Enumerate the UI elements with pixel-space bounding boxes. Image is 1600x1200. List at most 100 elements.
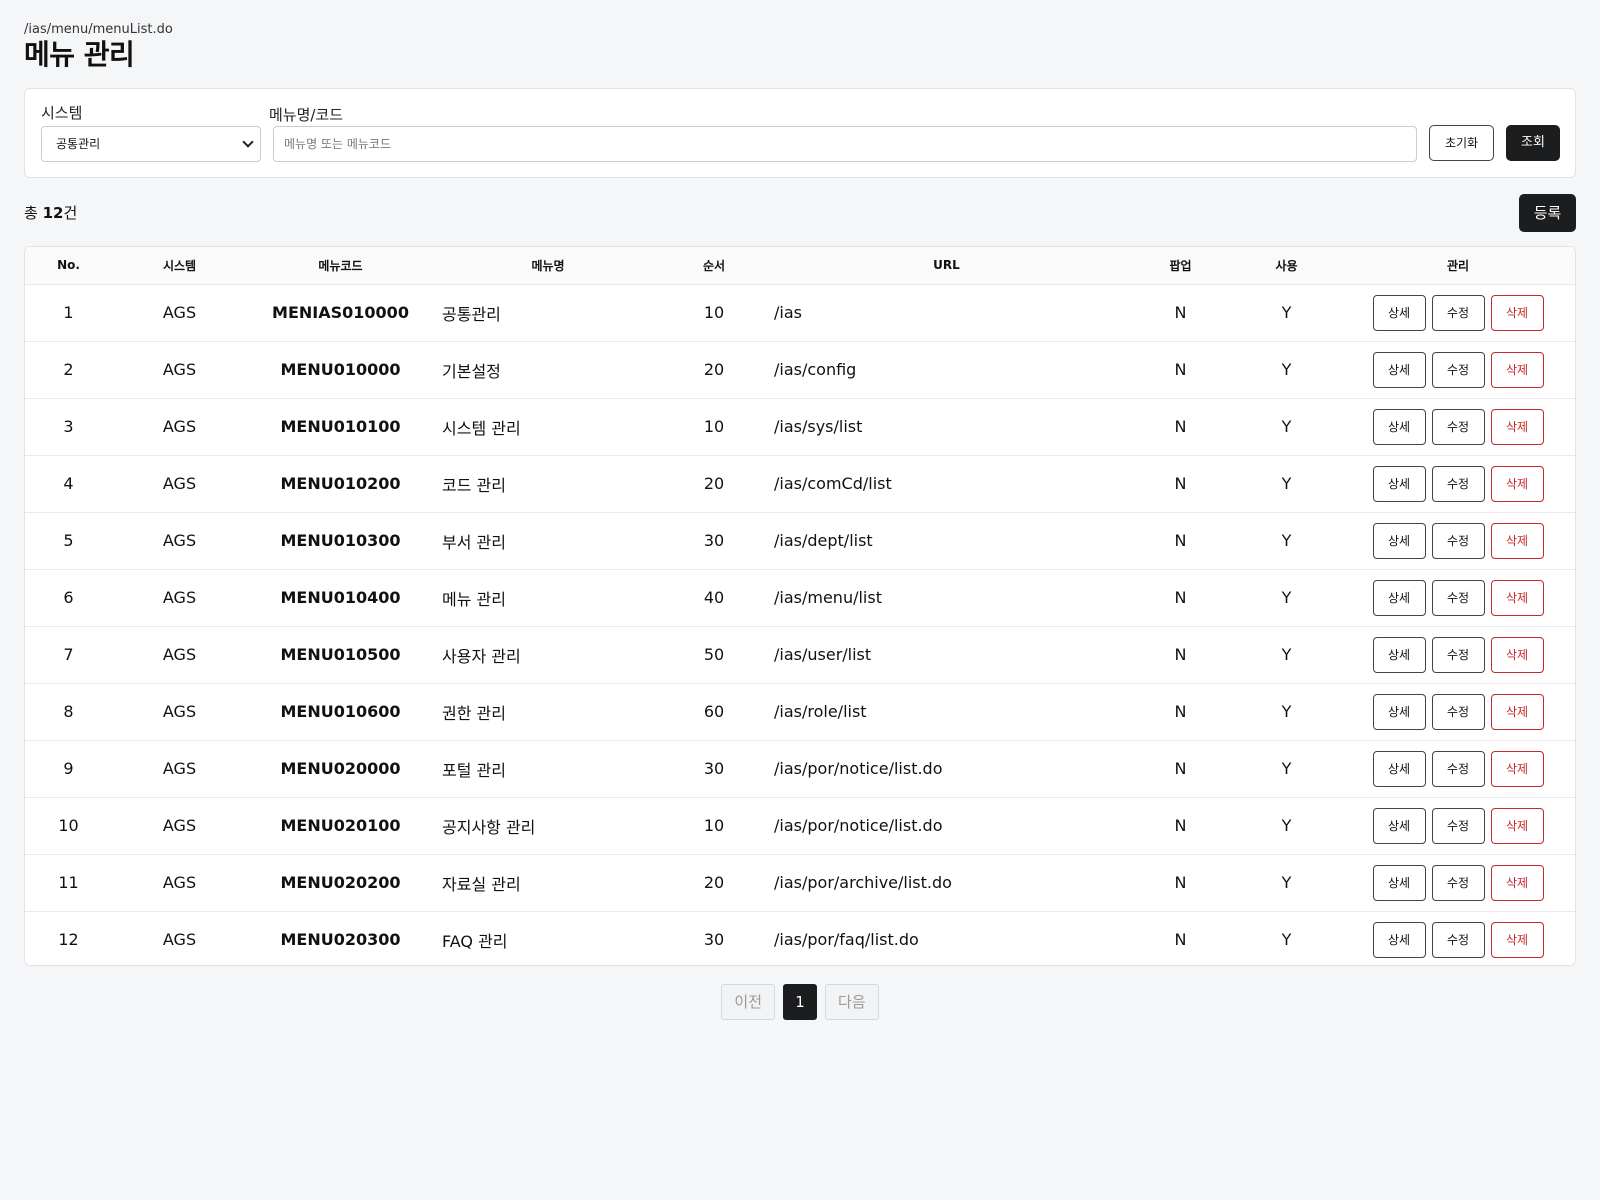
cell-use: Y	[1281, 759, 1292, 778]
detail-button[interactable]: 상세	[1372, 294, 1426, 331]
cell-use: Y	[1281, 531, 1292, 550]
cell-menu-code: MENU020300	[280, 930, 401, 950]
edit-button[interactable]: 수정	[1431, 807, 1485, 844]
cell-url: /ias/user/list	[774, 645, 872, 664]
delete-button[interactable]: 삭제	[1490, 294, 1544, 331]
delete-button[interactable]: 삭제	[1490, 465, 1544, 502]
register-button[interactable]: 등록	[1519, 194, 1576, 232]
edit-button[interactable]: 수정	[1431, 864, 1485, 901]
edit-button[interactable]: 수정	[1431, 921, 1485, 958]
keyword-label: 메뉴명/코드	[269, 106, 344, 124]
cell-order: 10	[703, 816, 725, 835]
detail-button[interactable]: 상세	[1372, 408, 1426, 445]
delete-button[interactable]: 삭제	[1490, 636, 1544, 673]
cell-url: /ias/config	[774, 360, 857, 379]
table-row: 6 AGS MENU010400 메뉴 관리 40/ias/menu/list N Y 상세 수…	[25, 569, 1575, 626]
cell-menu-name: FAQ 관리	[442, 931, 508, 951]
system-label: 시스템	[41, 104, 83, 122]
cell-popup: N	[1174, 759, 1187, 778]
cell-actions: 상세 수정 삭제	[1339, 797, 1575, 854]
cell-menu-code: MENU010600	[280, 702, 401, 721]
table-row: 9 AGS MENU020000 포털 관리 30/ias/por/notice/lis…	[25, 740, 1575, 797]
row-actions: 상세 수정 삭제	[1339, 522, 1575, 559]
detail-button[interactable]: 상세	[1372, 522, 1426, 559]
delete-button[interactable]: 삭제	[1490, 579, 1544, 616]
table-row: 11 AGS MENU020200 자료실 관리 20/ias/por/archive/…	[25, 854, 1575, 911]
cell-menu-name: 시스템 관리	[442, 418, 521, 438]
cell-url: /ias/comCd/list	[774, 474, 892, 493]
detail-button[interactable]: 상세	[1372, 351, 1426, 388]
cell-menu-code: MENU010000	[280, 360, 401, 379]
cell-actions: 상세 수정 삭제	[1339, 626, 1575, 683]
delete-button[interactable]: 삭제	[1490, 921, 1544, 958]
next-page-button[interactable]: 다음	[825, 984, 879, 1020]
table-row: 2 AGS MENU010000 기본설정 20/ias/config N Y 상세 수정 삭제	[25, 341, 1575, 398]
cell-url: /ias/dept/list	[774, 531, 873, 550]
cell-popup: N	[1174, 645, 1187, 664]
search-button[interactable]: 조회	[1506, 125, 1560, 161]
cell-url: /ias/por/archive/list.do	[774, 873, 952, 892]
system-select[interactable]: 공통관리	[41, 126, 261, 162]
cell-menu-code: MENIAS010000	[272, 303, 409, 322]
cell-use: Y	[1281, 417, 1292, 436]
detail-button[interactable]: 상세	[1372, 750, 1426, 787]
delete-button[interactable]: 삭제	[1490, 522, 1544, 559]
detail-button[interactable]: 상세	[1372, 636, 1426, 673]
cell-use: Y	[1281, 303, 1292, 322]
detail-button[interactable]: 상세	[1372, 693, 1426, 730]
cell-menu-name: 공지사항 관리	[442, 817, 536, 837]
total-count-value: 12	[42, 204, 64, 222]
delete-button[interactable]: 삭제	[1490, 807, 1544, 844]
chevron-down-icon	[242, 136, 254, 148]
delete-button[interactable]: 삭제	[1490, 408, 1544, 445]
cell-system: AGS	[162, 816, 197, 835]
edit-button[interactable]: 수정	[1431, 408, 1485, 445]
detail-button[interactable]: 상세	[1372, 921, 1426, 958]
delete-button[interactable]: 삭제	[1490, 864, 1544, 901]
detail-button[interactable]: 상세	[1372, 864, 1426, 901]
cell-menu-code: MENU010200	[280, 474, 401, 493]
cell-system: AGS	[162, 645, 197, 664]
cell-popup: N	[1174, 417, 1187, 436]
edit-button[interactable]: 수정	[1431, 579, 1485, 616]
cell-menu-name: 자료실 관리	[442, 874, 521, 894]
edit-button[interactable]: 수정	[1431, 351, 1485, 388]
cell-use: Y	[1281, 645, 1292, 664]
edit-button[interactable]: 수정	[1431, 294, 1485, 331]
edit-button[interactable]: 수정	[1431, 693, 1485, 730]
cell-no: 10	[58, 816, 79, 835]
delete-button[interactable]: 삭제	[1490, 351, 1544, 388]
detail-button[interactable]: 상세	[1372, 465, 1426, 502]
page-button-current[interactable]: 1	[783, 984, 817, 1020]
cell-actions: 상세 수정 삭제	[1339, 284, 1575, 341]
cell-use: Y	[1281, 702, 1292, 721]
edit-button[interactable]: 수정	[1431, 750, 1485, 787]
cell-system: AGS	[162, 759, 197, 778]
table-row: 12 AGS MENU020300 FAQ 관리 30/ias/por/faq/list…	[25, 911, 1575, 965]
edit-button[interactable]: 수정	[1431, 636, 1485, 673]
pagination: 이전 1 다음	[24, 984, 1576, 1020]
row-actions: 상세 수정 삭제	[1339, 408, 1575, 445]
prev-page-button[interactable]: 이전	[721, 984, 775, 1020]
column-header: 사용	[1234, 247, 1339, 285]
detail-button[interactable]: 상세	[1372, 807, 1426, 844]
edit-button[interactable]: 수정	[1431, 465, 1485, 502]
cell-menu-name: 사용자 관리	[442, 646, 521, 666]
row-actions: 상세 수정 삭제	[1339, 750, 1575, 787]
cell-menu-name: 코드 관리	[442, 475, 506, 495]
cell-order: 20	[703, 873, 725, 892]
total-count: 총 12건	[24, 202, 77, 223]
reset-button[interactable]: 초기화	[1429, 125, 1494, 161]
cell-actions: 상세 수정 삭제	[1339, 455, 1575, 512]
column-header: 팝업	[1127, 247, 1234, 285]
cell-system: AGS	[162, 873, 197, 892]
row-actions: 상세 수정 삭제	[1339, 465, 1575, 502]
menu-table: No. 시스템 메뉴코드 메뉴명 순서 URL 팝업 사용 관리 1 AGS MEN…	[24, 246, 1576, 966]
keyword-input[interactable]	[273, 126, 1417, 162]
delete-button[interactable]: 삭제	[1490, 693, 1544, 730]
column-header: 메뉴명	[434, 247, 662, 285]
detail-button[interactable]: 상세	[1372, 579, 1426, 616]
row-actions: 상세 수정 삭제	[1339, 294, 1575, 331]
delete-button[interactable]: 삭제	[1490, 750, 1544, 787]
edit-button[interactable]: 수정	[1431, 522, 1485, 559]
